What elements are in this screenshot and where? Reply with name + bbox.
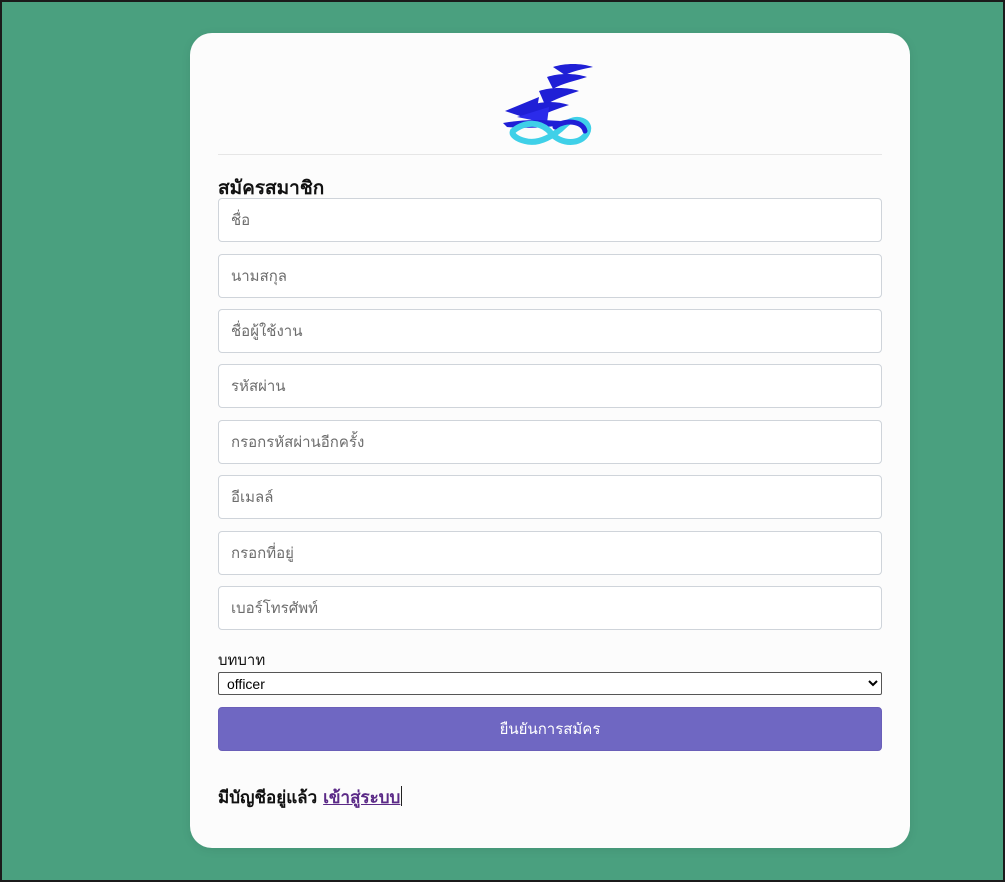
register-card: สมัครสมาชิก บทบาท officer ยืนยันการสมัคร… (190, 33, 910, 848)
first-name-input[interactable] (218, 198, 882, 242)
logo (190, 61, 910, 145)
login-link[interactable]: เข้าสู่ระบบ (323, 788, 400, 808)
role-select[interactable]: officer (218, 672, 882, 695)
role-label: บทบาท (218, 651, 266, 669)
password-input[interactable] (218, 364, 882, 408)
submit-register-button[interactable]: ยืนยันการสมัคร (218, 707, 882, 751)
page-background: สมัครสมาชิก บทบาท officer ยืนยันการสมัคร… (0, 0, 1005, 882)
ship-logo-icon (503, 64, 593, 145)
login-prompt-row: มีบัญชีอยู่แล้ว เข้าสู่ระบบ (218, 784, 403, 811)
email-input[interactable] (218, 475, 882, 519)
text-cursor (401, 786, 403, 806)
login-prompt-text: มีบัญชีอยู่แล้ว (218, 788, 318, 808)
header-divider (218, 154, 882, 155)
phone-input[interactable] (218, 586, 882, 630)
last-name-input[interactable] (218, 254, 882, 298)
address-input[interactable] (218, 531, 882, 575)
confirm-password-input[interactable] (218, 420, 882, 464)
username-input[interactable] (218, 309, 882, 353)
